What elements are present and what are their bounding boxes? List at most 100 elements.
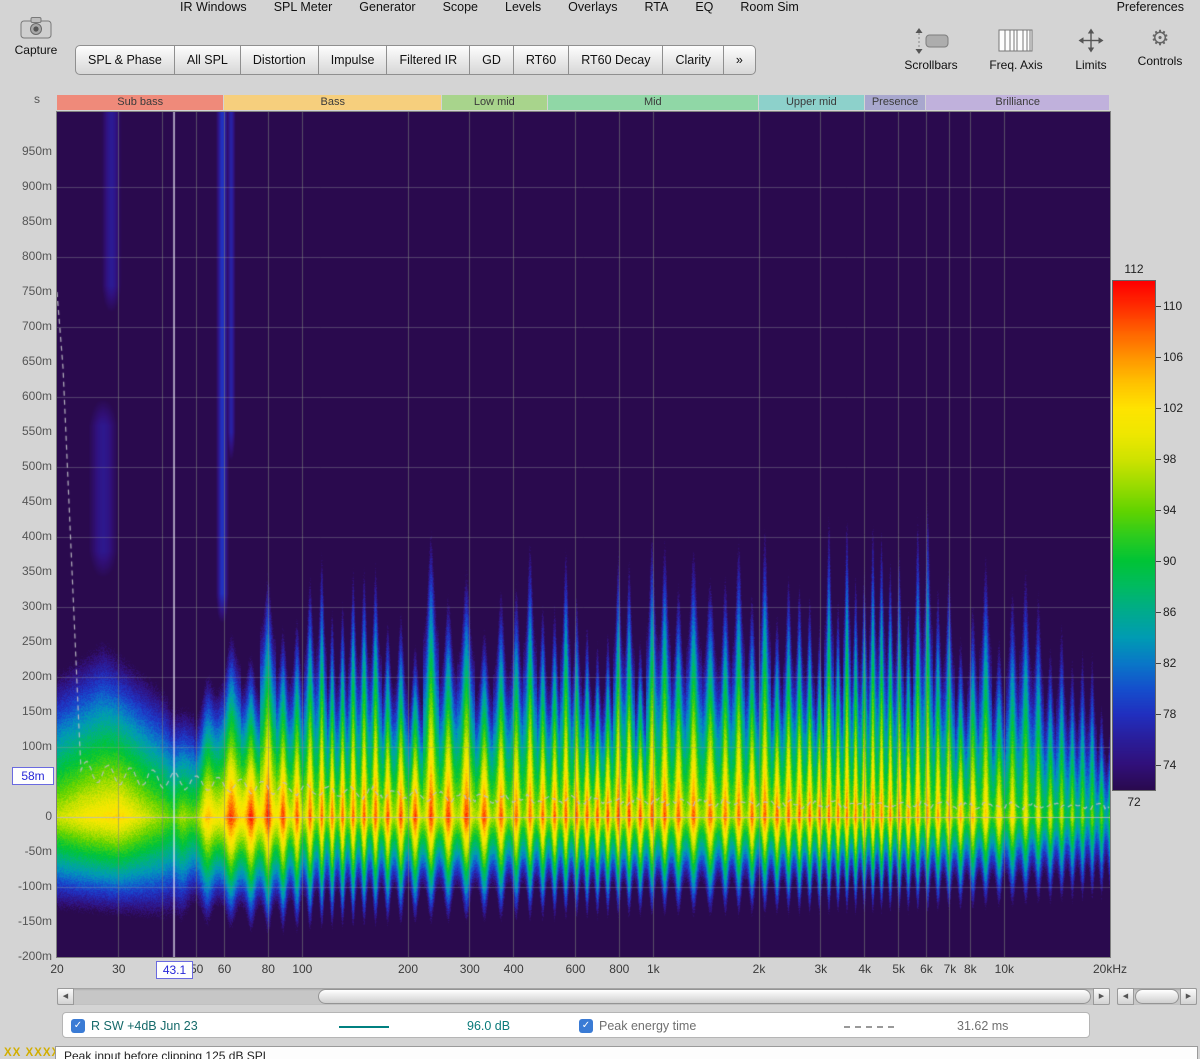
color-scale-label: 94	[1163, 503, 1176, 517]
tab-spl-phase[interactable]: SPL & Phase	[75, 45, 175, 75]
menu-item-overlays[interactable]: Overlays	[568, 0, 617, 14]
status-bar: XX XXXX Peak input before clipping 125 d…	[0, 1046, 1200, 1059]
peak-energy-line-sample	[844, 1026, 894, 1028]
status-message-box: Peak input before clipping 125 dB SPL	[55, 1046, 1198, 1059]
y-axis-label: 900m	[0, 179, 52, 193]
menu-item-eq[interactable]: EQ	[695, 0, 713, 14]
scroll-left-button[interactable]: ◀	[57, 988, 74, 1005]
scrollbars-icon	[911, 26, 951, 56]
color-scale-tick	[1156, 663, 1161, 664]
x-axis-label: 300	[460, 962, 480, 976]
menu-item-generator[interactable]: Generator	[359, 0, 415, 14]
x-axis-label: 20	[50, 962, 63, 976]
peak-energy-time-value: 31.62 ms	[957, 1019, 1008, 1033]
gear-icon: ⚙	[1126, 26, 1194, 52]
tab-all-spl[interactable]: All SPL	[175, 45, 241, 75]
tab-impulse[interactable]: Impulse	[319, 45, 388, 75]
color-scale-tick	[1156, 561, 1161, 562]
menu-item-room-sim[interactable]: Room Sim	[740, 0, 798, 14]
menu-item-rta[interactable]: RTA	[644, 0, 668, 14]
limits-button[interactable]: Limits	[1060, 26, 1122, 72]
check-icon: ✓	[582, 1020, 590, 1031]
mini-scroll-left-button[interactable]: ◀	[1117, 988, 1134, 1005]
right-arrow-icon: ▶	[1099, 993, 1104, 1000]
y-axis-label: 0	[0, 809, 52, 823]
x-axis-label: 80	[262, 962, 275, 976]
capture-camera-icon	[19, 14, 53, 41]
scrollbars-button[interactable]: Scrollbars	[893, 26, 969, 72]
color-scale-tick	[1156, 510, 1161, 511]
menu-item-ir-windows[interactable]: IR Windows	[180, 0, 247, 14]
scroll-right-button[interactable]: ▶	[1093, 988, 1110, 1005]
y-axis-unit: s	[22, 92, 40, 106]
y-axis-label: 850m	[0, 214, 52, 228]
x-axis-label: 10k	[995, 962, 1014, 976]
color-scale-label: 102	[1163, 401, 1183, 415]
freq-axis-button[interactable]: Freq. Axis	[978, 26, 1054, 72]
status-clip-indicator: XX XXXX	[4, 1047, 60, 1059]
x-axis-label: 600	[565, 962, 585, 976]
controls-button[interactable]: ⚙ Controls	[1126, 26, 1194, 68]
tab-rt60-decay[interactable]: RT60 Decay	[569, 45, 663, 75]
controls-label: Controls	[1126, 54, 1194, 68]
x-axis-label: 30	[112, 962, 125, 976]
right-mini-scrollbar[interactable]: ◀ ▶	[1117, 988, 1197, 1005]
color-scale-label: 74	[1163, 758, 1176, 772]
rew-spectrogram-window: IR Windows SPL Meter Generator Scope Levels O…	[0, 0, 1200, 1059]
mini-scrollbar-thumb[interactable]	[1135, 989, 1179, 1004]
view-tabs: SPL & PhaseAll SPLDistortionImpulseFilte…	[75, 45, 756, 75]
menu-item-preferences[interactable]: Preferences	[1117, 0, 1184, 14]
y-axis-label: 700m	[0, 319, 52, 333]
y-axis-label: 800m	[0, 249, 52, 263]
color-scale-label: 106	[1163, 350, 1183, 364]
right-arrow-icon: ▶	[1186, 993, 1191, 1000]
measurement-checkbox[interactable]: ✓	[71, 1019, 85, 1033]
color-scale-tick	[1156, 459, 1161, 460]
y-axis-label: 350m	[0, 564, 52, 578]
band-sub-bass: Sub bass	[57, 95, 223, 110]
color-scale-label: 110	[1163, 299, 1182, 313]
color-scale-max-label: 112	[1113, 262, 1155, 276]
measurement-spl-value: 96.0 dB	[467, 1019, 510, 1033]
measurement-line-sample	[339, 1026, 389, 1028]
y-axis-label: -200m	[0, 949, 52, 963]
horizontal-scrollbar[interactable]: ◀ ▶	[57, 988, 1110, 1005]
color-scale-tick	[1156, 357, 1161, 358]
y-axis-label: -150m	[0, 914, 52, 928]
tab-more[interactable]: »	[724, 45, 756, 75]
band-presence: Presence	[865, 95, 926, 110]
tab-rt60[interactable]: RT60	[514, 45, 569, 75]
limits-label: Limits	[1060, 58, 1122, 72]
tab-gd[interactable]: GD	[470, 45, 514, 75]
menu-item-spl-meter[interactable]: SPL Meter	[274, 0, 333, 14]
x-axis-label: 6k	[920, 962, 933, 976]
menu-item-levels[interactable]: Levels	[505, 0, 541, 14]
scrollbar-thumb[interactable]	[318, 989, 1091, 1004]
x-axis-label: 1k	[647, 962, 660, 976]
capture-button[interactable]: Capture	[8, 14, 64, 57]
y-axis-label: -50m	[0, 844, 52, 858]
x-axis-label: 2k	[753, 962, 766, 976]
x-axis-label: 4k	[858, 962, 871, 976]
color-scale-label: 98	[1163, 452, 1176, 466]
mini-scroll-right-button[interactable]: ▶	[1180, 988, 1197, 1005]
band-upper-mid: Upper mid	[759, 95, 864, 110]
x-axis-label: 5k	[892, 962, 905, 976]
menu-item-scope[interactable]: Scope	[443, 0, 478, 14]
spectrogram-canvas[interactable]	[57, 112, 1110, 957]
left-arrow-icon: ◀	[1123, 993, 1128, 1000]
y-axis-label: 150m	[0, 704, 52, 718]
color-scale-label: 82	[1163, 656, 1176, 670]
color-scale-tick	[1156, 612, 1161, 613]
color-scale-tick	[1156, 408, 1161, 409]
y-axis-label: 250m	[0, 634, 52, 648]
band-bass: Bass	[224, 95, 441, 110]
tab-clarity[interactable]: Clarity	[663, 45, 723, 75]
tab-filtered-ir[interactable]: Filtered IR	[387, 45, 470, 75]
limits-icon	[1071, 26, 1111, 56]
peak-energy-checkbox[interactable]: ✓	[579, 1019, 593, 1033]
measurement-name: R SW +4dB Jun 23	[91, 1019, 198, 1033]
tab-distortion[interactable]: Distortion	[241, 45, 319, 75]
x-axis-label: 3k	[814, 962, 827, 976]
color-scale-label: 86	[1163, 605, 1176, 619]
